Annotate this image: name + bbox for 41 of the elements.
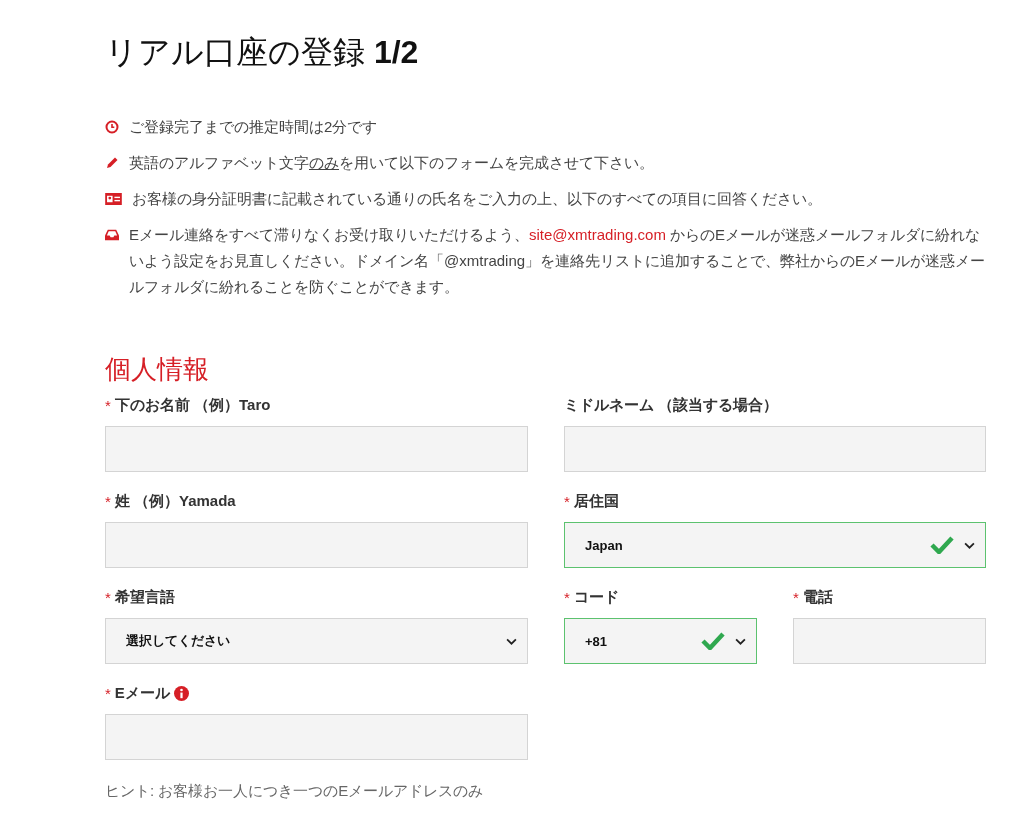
text-input[interactable]	[793, 618, 986, 664]
required-asterisk: *	[105, 492, 111, 510]
page-title: リアル口座の登録 1/2	[105, 33, 420, 72]
required-asterisk: *	[105, 684, 111, 702]
field-label: 下のお名前 （例）Taro	[114, 395, 271, 415]
chevron-down-icon	[506, 637, 517, 645]
field-label: 居住国	[573, 491, 619, 511]
notice-text: 英語のアルファベット文字のみを用いて以下のフォームを完成させて下さい。	[129, 153, 654, 173]
section-title: 個人情報	[105, 353, 210, 386]
required-asterisk: *	[105, 396, 111, 414]
field-label: ミドルネーム （該当する場合）	[564, 395, 779, 415]
text-input[interactable]	[564, 426, 986, 472]
notice-text: Eメール連絡をすべて滞りなくお受け取りいただけるよう、site@xmtrading.com からのEメールが迷惑メールフォルダに紛れないよう設定をお見直しください。ドメイン名「@xmtrading」を連絡先リストに追加することで、弊社からのEメールが迷惑メールフォルダに紛れることを防ぐことができます。	[129, 225, 986, 297]
id-card-icon	[105, 193, 122, 205]
info-icon[interactable]	[173, 685, 189, 701]
notice-text: ご登録完了までの推定時間は2分です	[129, 117, 378, 137]
hint-text: ヒント: お客様お一人につき一つのEメールアドレスのみ	[105, 782, 485, 801]
select-dropdown[interactable]: Japan	[564, 522, 986, 568]
required-asterisk: *	[105, 588, 111, 606]
field-label: 電話	[802, 587, 833, 607]
check-icon	[930, 536, 954, 554]
check-icon	[701, 632, 725, 650]
field-label: 希望言語	[114, 587, 175, 607]
chevron-down-icon	[964, 541, 975, 549]
select-dropdown[interactable]: +81	[564, 618, 757, 664]
field-label: コード	[573, 587, 619, 607]
required-asterisk: *	[793, 588, 799, 606]
select-dropdown[interactable]: 選択してください	[105, 618, 528, 664]
notice-text: お客様の身分証明書に記載されている通りの氏名をご入力の上、以下のすべての項目に回答ください。	[132, 189, 822, 209]
required-asterisk: *	[564, 492, 570, 510]
text-input[interactable]	[105, 714, 528, 760]
field-label: Eメール	[114, 683, 170, 703]
field-label: 姓 （例）Yamada	[114, 491, 236, 511]
text-input[interactable]	[105, 426, 528, 472]
chevron-down-icon	[735, 637, 746, 645]
email-link[interactable]: site@xmtrading.com	[529, 226, 666, 243]
inbox-icon	[105, 228, 119, 242]
required-asterisk: *	[564, 588, 570, 606]
pencil-icon	[105, 156, 119, 170]
text-input[interactable]	[105, 522, 528, 568]
clock-icon	[105, 120, 119, 134]
